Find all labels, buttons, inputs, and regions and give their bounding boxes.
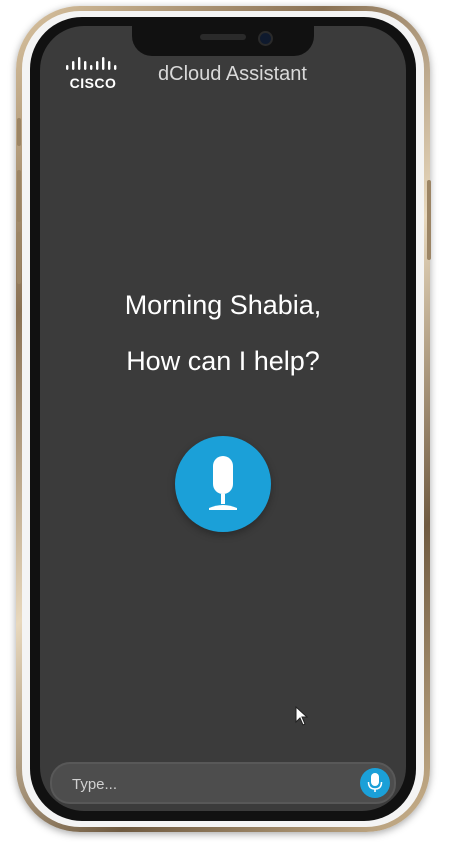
cisco-bars-icon bbox=[66, 57, 117, 70]
cisco-logo: CISCO bbox=[64, 56, 122, 92]
voice-send-button[interactable] bbox=[360, 768, 390, 798]
front-camera bbox=[258, 31, 273, 46]
microphone-icon bbox=[367, 773, 383, 792]
notch bbox=[132, 26, 314, 56]
app-title: dCloud Assistant bbox=[158, 63, 307, 85]
app-screen: CISCO dCloud Assistant Morning Shabia, H… bbox=[40, 26, 406, 811]
message-input[interactable] bbox=[70, 764, 354, 804]
mouse-pointer-icon bbox=[295, 706, 309, 726]
side-button bbox=[427, 180, 431, 260]
side-button bbox=[17, 118, 21, 146]
microphone-icon bbox=[209, 456, 237, 510]
side-button bbox=[17, 170, 21, 222]
help-prompt-text: How can I help? bbox=[126, 346, 320, 376]
voice-input-button[interactable] bbox=[175, 436, 271, 532]
side-button bbox=[17, 232, 21, 284]
greeting-text: Morning Shabia, bbox=[124, 290, 322, 320]
speaker-grille bbox=[200, 34, 246, 40]
message-input-bar bbox=[50, 762, 396, 804]
logo-wordmark: CISCO bbox=[69, 75, 117, 91]
